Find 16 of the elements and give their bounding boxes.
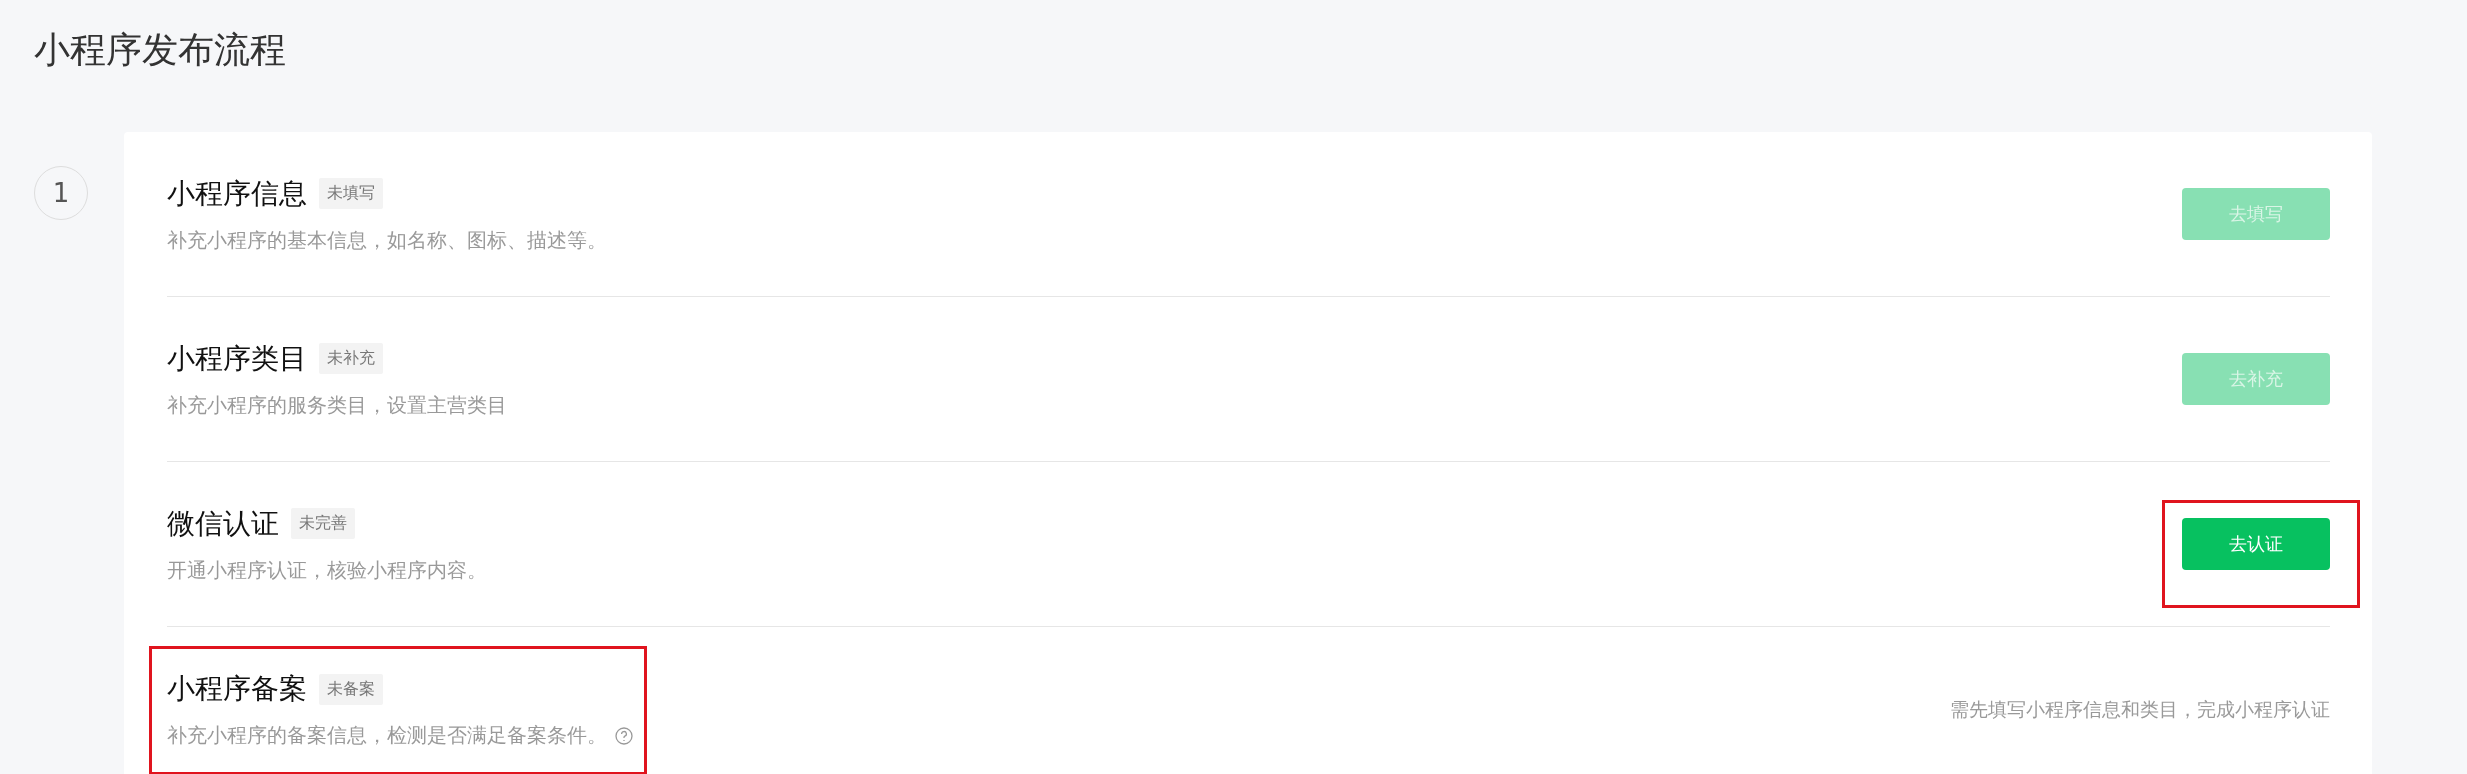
action-button[interactable]: 去认证: [2182, 518, 2330, 570]
requirement-note: 需先填写小程序信息和类目，完成小程序认证: [1950, 696, 2330, 722]
status-tag: 未填写: [319, 178, 383, 209]
step-description: 补充小程序的备案信息，检测是否满足备案条件。: [167, 722, 607, 749]
help-icon[interactable]: [615, 726, 633, 745]
step-description: 补充小程序的服务类目，设置主营类目: [167, 391, 507, 419]
step-description: 补充小程序的基本信息，如名称、图标、描述等。: [167, 226, 607, 254]
step-description: 开通小程序认证，核验小程序内容。: [167, 556, 487, 584]
step-title: 小程序类目: [167, 340, 307, 377]
status-tag: 未补充: [319, 343, 383, 374]
status-tag: 未完善: [291, 508, 355, 539]
status-tag: 未备案: [319, 673, 383, 705]
step-title: 微信认证: [167, 505, 279, 542]
step-title: 小程序备案: [167, 671, 307, 707]
page-title: 小程序发布流程: [33, 28, 287, 72]
step-title: 小程序信息: [167, 175, 307, 212]
